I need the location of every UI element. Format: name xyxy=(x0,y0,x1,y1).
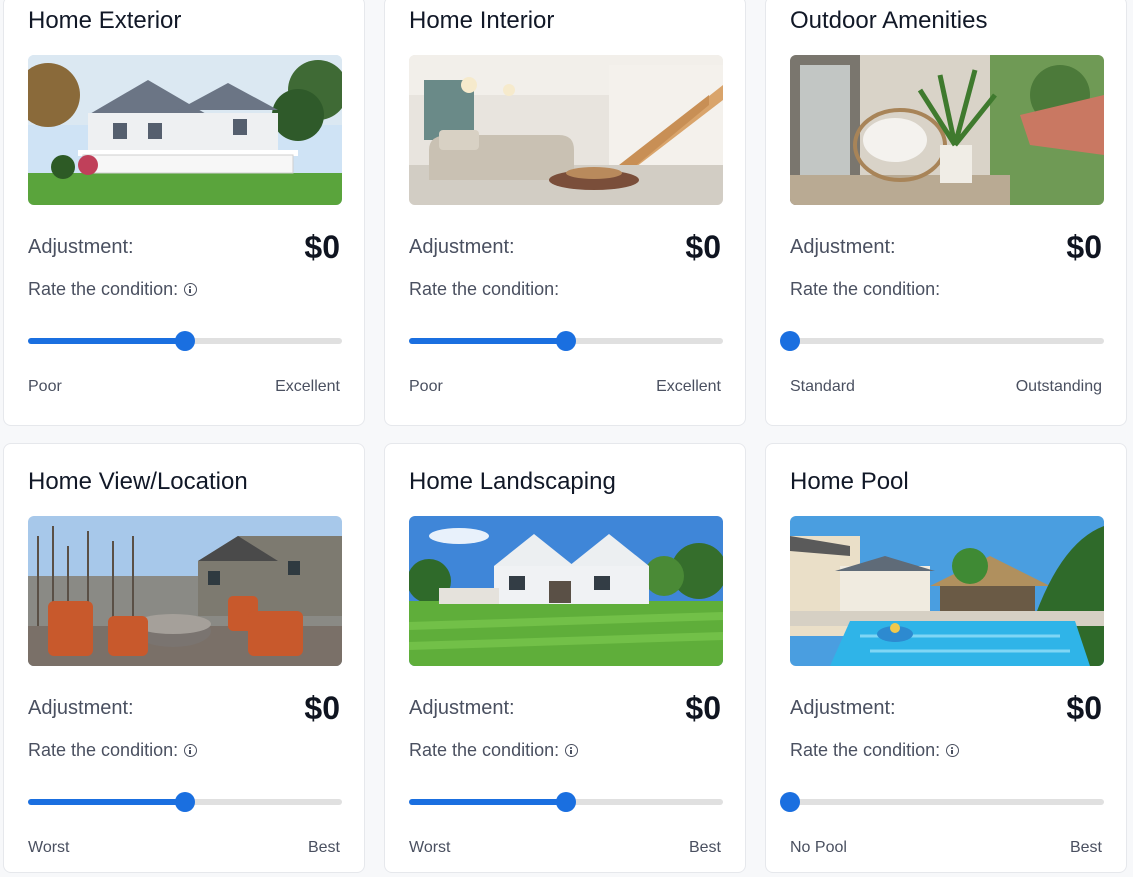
adjustment-value: $0 xyxy=(304,690,340,726)
rate-condition-label: Rate the condition: xyxy=(28,279,198,300)
slider-max-label: Best xyxy=(688,839,721,856)
rate-condition-label: Rate the condition: xyxy=(790,279,940,300)
slider-thumb[interactable] xyxy=(556,331,576,351)
condition-slider[interactable] xyxy=(780,792,1104,812)
card-title: Home Landscaping xyxy=(409,468,616,495)
slider-thumb[interactable] xyxy=(556,792,576,812)
rate-condition-text: Rate the condition: xyxy=(409,740,560,760)
rate-condition-text: Rate the condition: xyxy=(790,279,941,299)
adjustment-label: Adjustment: xyxy=(409,697,515,719)
patio-fire-pit-view-photo xyxy=(28,516,342,666)
info-icon[interactable] xyxy=(184,744,198,757)
adjustment-value: $0 xyxy=(1066,690,1102,726)
rate-condition-text: Rate the condition: xyxy=(28,279,179,299)
info-icon[interactable] xyxy=(184,283,198,296)
card-title: Home Pool xyxy=(790,468,909,495)
rate-condition-label: Rate the condition: xyxy=(28,740,198,761)
condition-slider[interactable] xyxy=(780,331,1104,351)
slider-thumb[interactable] xyxy=(175,331,195,351)
slider-min-label: Worst xyxy=(28,839,70,856)
info-icon[interactable] xyxy=(565,744,579,757)
rate-condition-label: Rate the condition: xyxy=(409,740,579,761)
adjustment-label: Adjustment: xyxy=(409,236,515,258)
slider-fill xyxy=(409,799,566,805)
info-icon[interactable] xyxy=(946,744,960,757)
slider-thumb[interactable] xyxy=(780,792,800,812)
slider-min-label: Poor xyxy=(28,378,62,395)
adjustment-value: $0 xyxy=(685,229,721,265)
rate-condition-label: Rate the condition: xyxy=(790,740,960,761)
slider-fill xyxy=(28,799,185,805)
adjustment-label: Adjustment: xyxy=(28,697,134,719)
living-room-interior-photo xyxy=(409,55,723,205)
condition-slider[interactable] xyxy=(28,792,342,812)
rate-condition-text: Rate the condition: xyxy=(409,279,560,299)
slider-max-label: Best xyxy=(307,839,340,856)
card-title: Home Interior xyxy=(409,7,555,34)
lawn-house-landscape-photo xyxy=(409,516,723,666)
slider-min-label: Worst xyxy=(409,839,451,856)
condition-slider[interactable] xyxy=(28,331,342,351)
slider-max-label: Excellent xyxy=(275,378,340,395)
rate-condition-text: Rate the condition: xyxy=(790,740,941,760)
slider-max-label: Excellent xyxy=(656,378,721,395)
condition-slider[interactable] xyxy=(409,331,723,351)
slider-fill xyxy=(409,338,566,344)
backyard-pool-photo xyxy=(790,516,1104,666)
card-home-view-location: Home View/Location Adjustment: $0 Rate t… xyxy=(3,443,365,873)
slider-thumb[interactable] xyxy=(175,792,195,812)
house-exterior-photo xyxy=(28,55,342,205)
adjustment-label: Adjustment: xyxy=(790,236,896,258)
porch-chair-plant-photo xyxy=(790,55,1104,205)
card-title: Home Exterior xyxy=(28,7,182,34)
card-home-exterior: Home Exterior Adjustment: $0 Rate the co… xyxy=(3,0,365,426)
adjustment-value: $0 xyxy=(685,690,721,726)
slider-max-label: Outstanding xyxy=(1015,378,1102,395)
slider-max-label: Best xyxy=(1069,839,1102,856)
card-outdoor-amenities: Outdoor Amenities Adjustment: $0 Rate th… xyxy=(765,0,1127,426)
slider-track[interactable] xyxy=(790,338,1104,344)
slider-min-label: Standard xyxy=(790,378,855,395)
card-home-interior: Home Interior Adjustment: $0 Rate the co… xyxy=(384,0,746,426)
card-title: Outdoor Amenities xyxy=(790,7,988,34)
adjustment-label: Adjustment: xyxy=(790,697,896,719)
slider-min-label: Poor xyxy=(409,378,443,395)
condition-slider[interactable] xyxy=(409,792,723,812)
card-title: Home View/Location xyxy=(28,468,248,495)
card-home-landscaping: Home Landscaping Adjustment: $0 Rate the… xyxy=(384,443,746,873)
slider-fill xyxy=(28,338,185,344)
slider-track[interactable] xyxy=(790,799,1104,805)
slider-min-label: No Pool xyxy=(790,839,847,856)
rate-condition-text: Rate the condition: xyxy=(28,740,179,760)
card-home-pool: Home Pool Adjustment: $0 Rate the condit… xyxy=(765,443,1127,873)
slider-thumb[interactable] xyxy=(780,331,800,351)
adjustment-value: $0 xyxy=(304,229,340,265)
rate-condition-label: Rate the condition: xyxy=(409,279,559,300)
adjustment-value: $0 xyxy=(1066,229,1102,265)
adjustment-label: Adjustment: xyxy=(28,236,134,258)
